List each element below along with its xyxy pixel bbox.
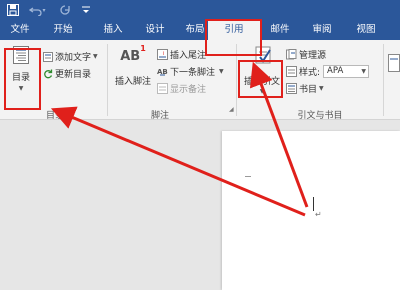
style-label: 样式: [299, 68, 321, 78]
add-text-icon [43, 51, 53, 62]
group-divider [383, 44, 384, 116]
insert-footnote-label: 插入脚注 [114, 77, 151, 87]
insert-footnote-button[interactable]: AB 1 插入脚注 [110, 44, 156, 87]
next-footnote-label: 下一条脚注 [170, 68, 216, 78]
chevron-down-icon: ▼ [361, 68, 367, 75]
citation-group-label: 引文与书目 [297, 111, 343, 121]
add-text-button[interactable]: 添加文字 ▼ [43, 50, 98, 63]
tab-view[interactable]: 视图 [346, 20, 386, 40]
style-dropdown[interactable]: APA ▼ [323, 65, 370, 78]
document-page[interactable] [222, 131, 400, 290]
tab-design[interactable]: 设计 [140, 20, 170, 40]
chevron-down-icon: ▼ [219, 68, 224, 75]
tab-home[interactable]: 开始 [48, 20, 78, 40]
style-icon [286, 66, 297, 77]
chevron-down-icon: ▼ [319, 85, 324, 92]
customize-icon[interactable] [80, 2, 92, 18]
toc-highlight-box [4, 48, 41, 110]
tab-file[interactable]: 文件 [0, 20, 40, 40]
text-cursor [313, 197, 314, 211]
ribbon-tab-bar: 文件 开始 插入 设计 布局 引用 邮件 审阅 视图 [0, 20, 400, 40]
tab-layout[interactable]: 布局 [183, 20, 207, 40]
manage-sources-button[interactable]: 管理源 [286, 48, 326, 61]
bibliography-label: 书目 [299, 85, 318, 95]
save-icon[interactable] [6, 2, 20, 18]
footnote-ab-icon: AB 1 [120, 44, 146, 64]
tab-insert[interactable]: 插入 [98, 20, 128, 40]
svg-text:i: i [163, 51, 164, 57]
paragraph-mark-icon: ↵ [315, 210, 322, 219]
tab-mailings[interactable]: 邮件 [262, 20, 298, 40]
title-bar: ▾ [0, 0, 400, 20]
style-value: APA [327, 66, 344, 76]
footnote-group-label: 脚注 [150, 111, 169, 121]
show-notes-button[interactable]: 显示备注 [157, 82, 206, 95]
next-footnote-button[interactable]: AB 下一条脚注 ▼ [157, 65, 224, 78]
insert-endnote-label: 插入尾注 [170, 51, 207, 61]
bibliography-button[interactable]: 书目 ▼ [286, 82, 324, 95]
endnote-icon: i [157, 49, 168, 60]
insert-citation-highlight-box [238, 60, 283, 98]
insert-endnote-button[interactable]: i 插入尾注 [157, 48, 206, 61]
update-icon [44, 69, 53, 78]
ribbon-panel: 目录 ▼ 添加文字 ▼ 更新目录 目录 AB 1 插入脚注 i 插入尾注 AB … [0, 40, 400, 121]
add-text-label: 添加文字 [55, 53, 92, 63]
group-divider [107, 44, 108, 116]
redo-icon[interactable] [58, 2, 72, 18]
manage-sources-label: 管理源 [299, 51, 327, 61]
show-notes-icon [157, 83, 168, 94]
manage-sources-icon [286, 49, 297, 60]
tab-review[interactable]: 审阅 [304, 20, 340, 40]
dialog-launcher-icon[interactable]: ◢ [229, 106, 234, 113]
bibliography-icon [286, 83, 297, 94]
style-selector[interactable]: 样式: APA ▼ [286, 65, 370, 78]
undo-dropdown-icon[interactable]: ▾ [40, 2, 48, 18]
update-toc-button[interactable]: 更新目录 [43, 67, 91, 80]
chevron-down-icon: ▼ [93, 53, 98, 60]
page-margin-mark [245, 176, 251, 177]
caption-icon[interactable] [388, 54, 400, 72]
next-footnote-icon: AB [157, 68, 168, 76]
references-tab-highlight-box [205, 19, 262, 56]
update-toc-label: 更新目录 [55, 70, 92, 80]
show-notes-label: 显示备注 [170, 85, 207, 95]
